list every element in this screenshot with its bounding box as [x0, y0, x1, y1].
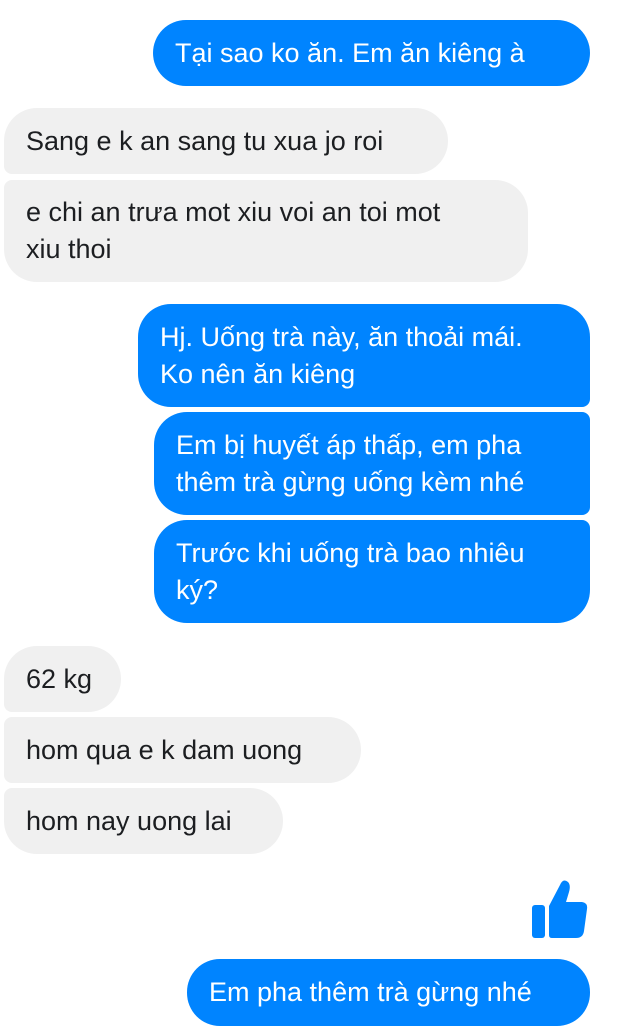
message-outgoing[interactable]: Em bị huyết áp thấp, em pha thêm trà gừn… [154, 412, 590, 515]
message-outgoing[interactable]: Trước khi uống trà bao nhiêu ký? [154, 520, 590, 623]
message-incoming[interactable]: 62 kg [4, 646, 121, 712]
message-outgoing[interactable]: Hj. Uống trà này, ăn thoải mái. Ko nên ă… [138, 304, 590, 407]
message-incoming[interactable]: e chi an trưa mot xiu voi an toi mot xiu… [4, 180, 528, 282]
thumbs-up-icon[interactable] [528, 876, 590, 942]
message-incoming[interactable]: Sang e k an sang tu xua jo roi [4, 108, 448, 174]
message-outgoing[interactable]: Tại sao ko ăn. Em ăn kiêng à [153, 20, 590, 86]
message-incoming[interactable]: hom qua e k dam uong [4, 717, 361, 783]
chat-screen: { "conversation": { "messages": [ {"send… [0, 0, 633, 1032]
message-outgoing[interactable]: Em pha thêm trà gừng nhé [187, 959, 590, 1026]
message-incoming[interactable]: hom nay uong lai [4, 788, 283, 854]
